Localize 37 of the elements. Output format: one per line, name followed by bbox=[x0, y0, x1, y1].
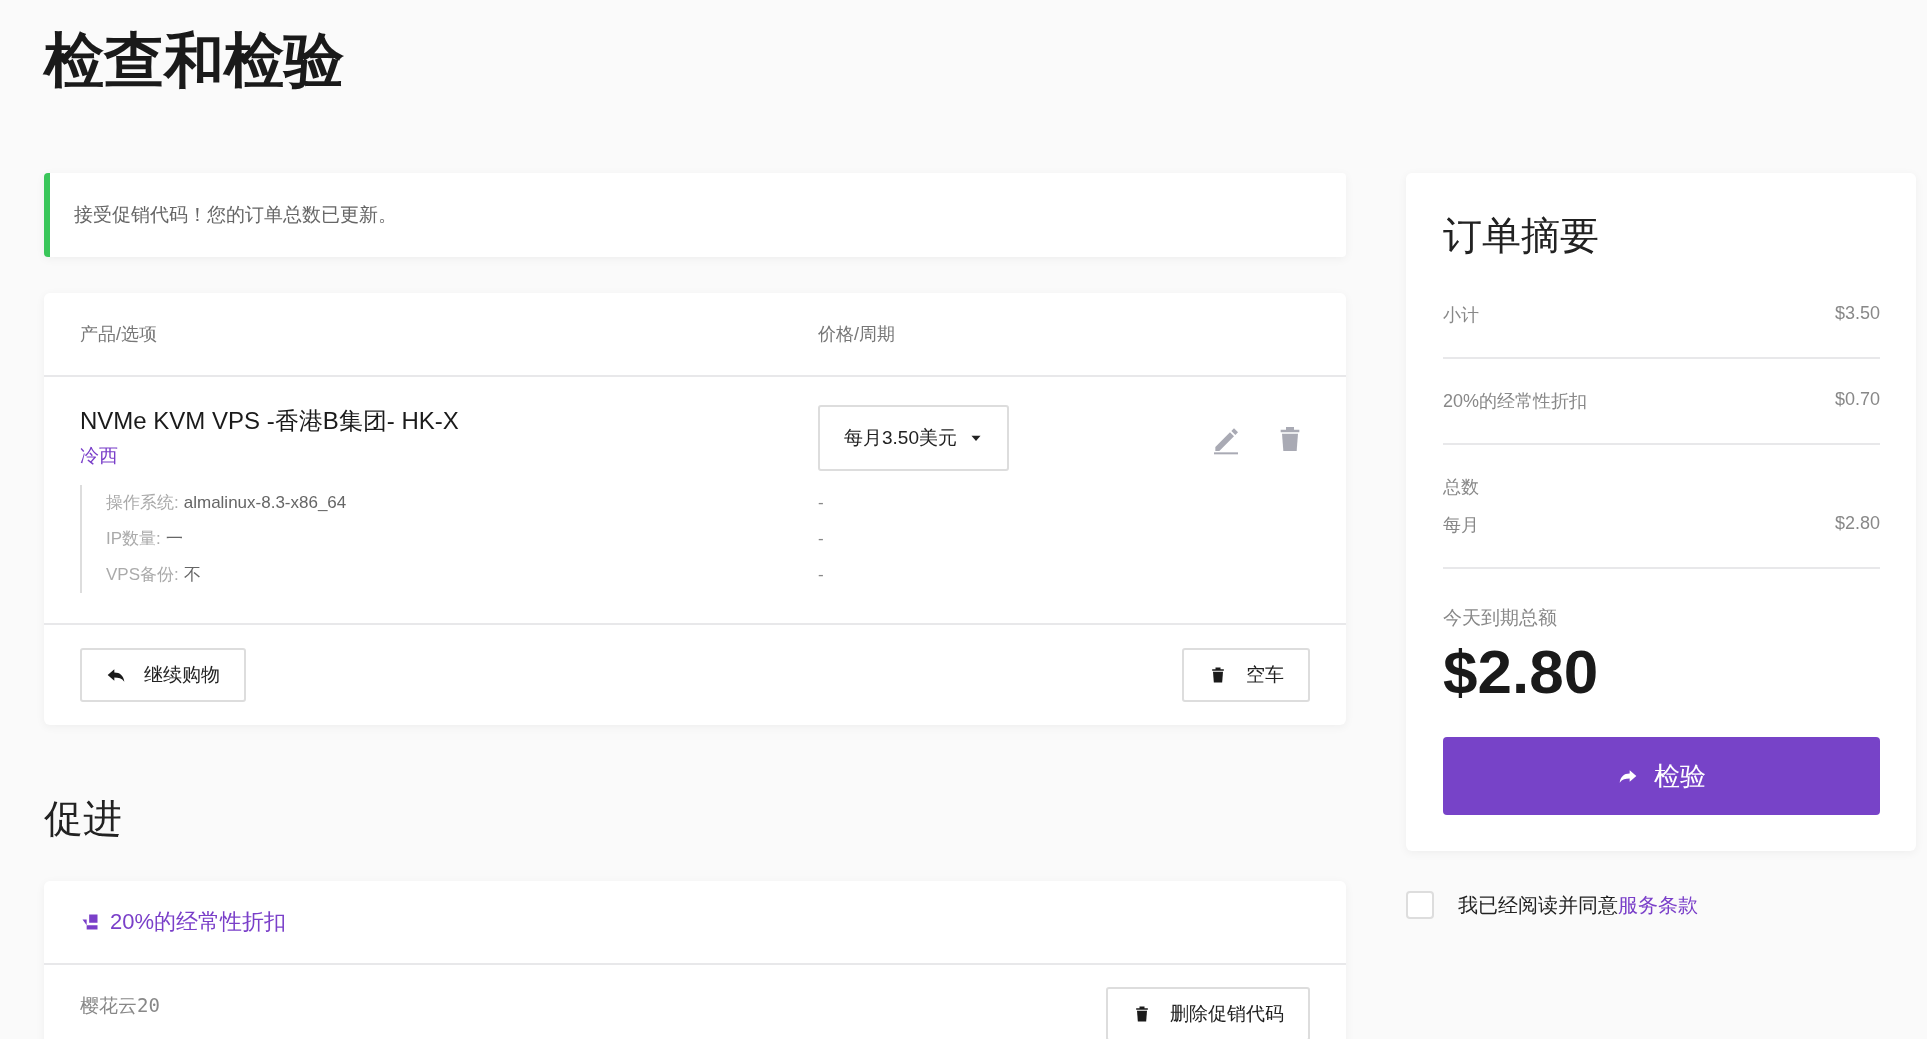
option-setting: 不 bbox=[183, 564, 201, 586]
option-name: VPS备份: bbox=[106, 564, 179, 586]
option-price: - bbox=[818, 492, 825, 514]
due-today-label: 今天到期总额 bbox=[1443, 606, 1558, 630]
empty-cart-button[interactable]: 空车 bbox=[1182, 648, 1310, 702]
remove-promo-button[interactable]: 删除促销代码 bbox=[1106, 987, 1310, 1039]
terms-text: 我已经阅读并同意服务条款 bbox=[1458, 892, 1698, 918]
promo-code: 樱花云20 bbox=[80, 993, 160, 1018]
promotion-title: 20%的经常性折扣 bbox=[110, 908, 287, 936]
continue-shopping-button[interactable]: 继续购物 bbox=[80, 648, 246, 702]
alert-text: 接受促销代码！您的订单总数已更新。 bbox=[74, 203, 397, 227]
option-name: IP数量: bbox=[106, 528, 161, 550]
column-header: 产品/选项 bbox=[80, 323, 158, 346]
summary-amount: $0.70 bbox=[1834, 389, 1880, 411]
page-title: 检查和检验 bbox=[44, 26, 345, 96]
checkout-button[interactable]: 检验 bbox=[1443, 737, 1880, 815]
tag-icon bbox=[80, 912, 100, 932]
due-today-amount: $2.80 bbox=[1443, 637, 1600, 707]
summary-label: 总数 bbox=[1443, 476, 1480, 499]
summary-heading: 订单摘要 bbox=[1443, 213, 1600, 259]
option-price: - bbox=[818, 564, 825, 586]
summary-label: 每月 bbox=[1443, 514, 1479, 537]
billing-cycle-dropdown[interactable]: 每月3.50美元 bbox=[818, 405, 1009, 471]
section-heading: 促进 bbox=[44, 796, 123, 842]
summary-label: 20%的经常性折扣 bbox=[1443, 390, 1588, 413]
terms-checkbox[interactable] bbox=[1406, 891, 1434, 919]
product-name: NVMe KVM VPS -香港B集团- HK-X bbox=[80, 406, 460, 436]
summary-amount: $2.80 bbox=[1834, 513, 1880, 535]
option-setting: almalinux-8.3-x86_64 bbox=[183, 492, 347, 514]
option-price: - bbox=[818, 528, 825, 550]
product-group-link[interactable]: 冷西 bbox=[80, 443, 118, 469]
summary-amount: $3.50 bbox=[1834, 303, 1880, 325]
terms-link[interactable]: 服务条款 bbox=[1618, 893, 1698, 916]
summary-label: 小计 bbox=[1443, 304, 1479, 327]
option-setting: 一 bbox=[165, 528, 183, 550]
option-name: 操作系统: bbox=[106, 492, 179, 514]
column-header: 价格/周期 bbox=[818, 323, 896, 346]
